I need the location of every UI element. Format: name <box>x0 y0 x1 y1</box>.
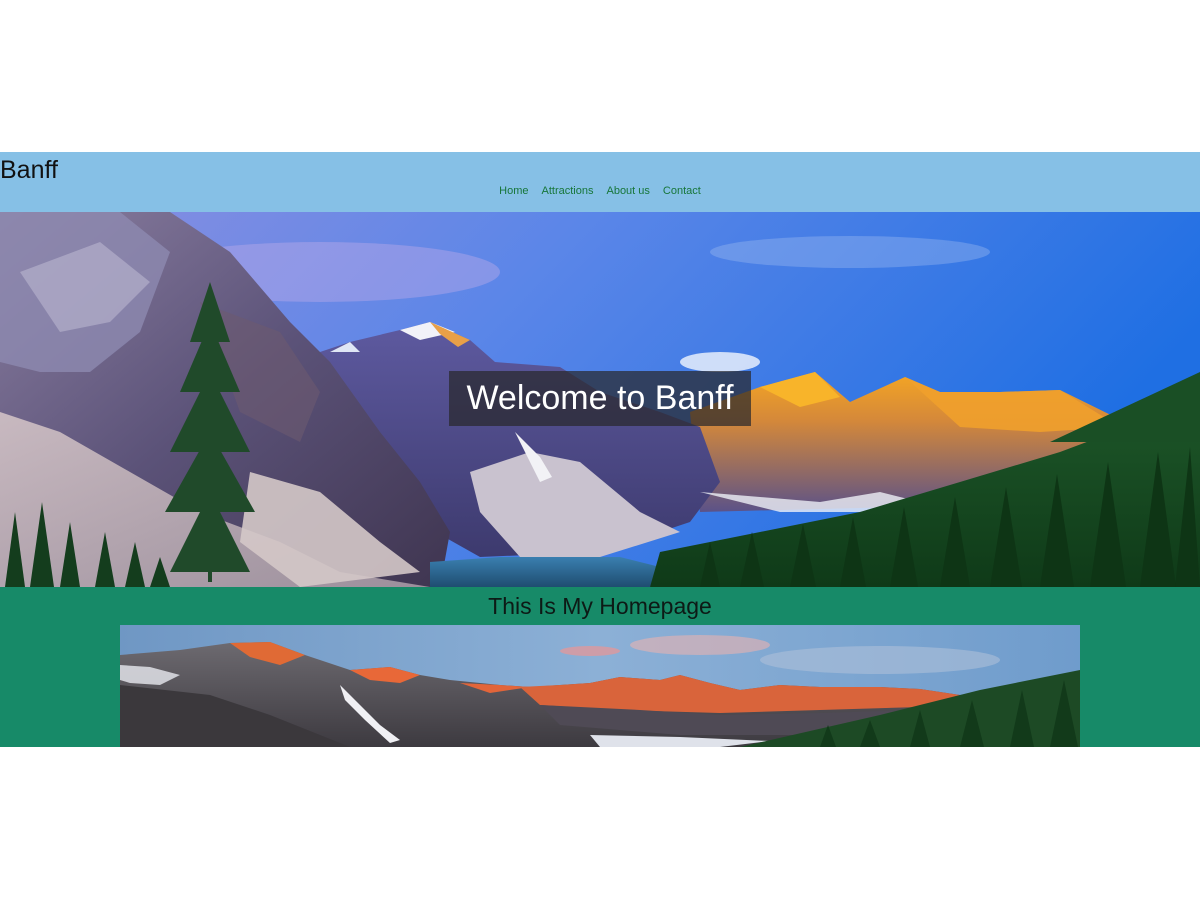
content-section: This Is My Homepage <box>0 587 1200 747</box>
website: Banff Home Attractions About us Contact <box>0 152 1200 747</box>
hero-section: Welcome to Banff <box>0 212 1200 587</box>
site-header: Banff Home Attractions About us Contact <box>0 152 1200 212</box>
page: Banff Home Attractions About us Contact <box>0 0 1200 900</box>
main-nav: Home Attractions About us Contact <box>0 184 1200 198</box>
nav-link-contact[interactable]: Contact <box>663 184 701 198</box>
banner-image-frame <box>120 625 1080 747</box>
hero-title: Welcome to Banff <box>449 371 751 426</box>
nav-link-attractions[interactable]: Attractions <box>542 184 594 198</box>
banner-image <box>120 625 1080 747</box>
nav-link-home[interactable]: Home <box>499 184 528 198</box>
homepage-heading: This Is My Homepage <box>488 593 712 619</box>
nav-link-about-us[interactable]: About us <box>606 184 649 198</box>
site-brand[interactable]: Banff <box>0 155 58 185</box>
